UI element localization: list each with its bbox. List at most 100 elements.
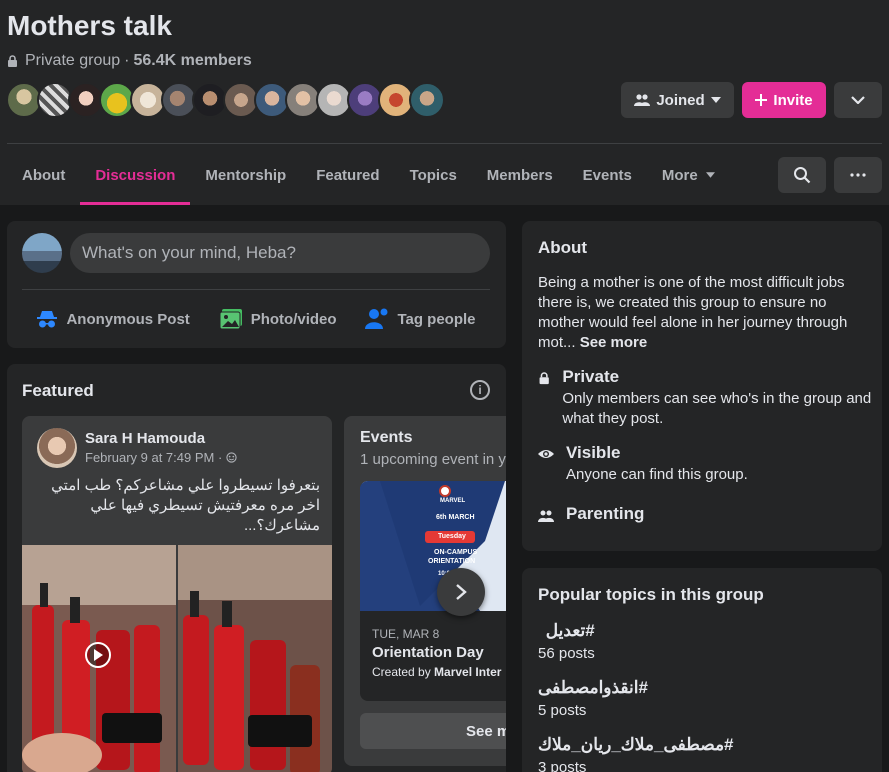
chevron-down-icon xyxy=(851,96,865,104)
photo-icon xyxy=(219,309,242,330)
composer-divider xyxy=(22,289,490,290)
post-date-text: February 9 at 7:49 PM · xyxy=(85,450,226,465)
tab-more[interactable]: More xyxy=(647,145,730,205)
topic-count: 5 posts xyxy=(538,702,587,719)
tab-topics[interactable]: Topics xyxy=(395,145,472,205)
play-icon[interactable] xyxy=(85,642,111,668)
privacy-title: Private xyxy=(562,367,620,386)
people-icon xyxy=(538,510,554,522)
post-date[interactable]: February 9 at 7:49 PM · xyxy=(85,450,237,465)
topic-item[interactable]: #مصطفى_ملاك_ريان_ملاك 3 posts xyxy=(538,735,734,772)
event-name[interactable]: Orientation Day xyxy=(372,644,484,661)
topic-name[interactable]: #مصطفى_ملاك_ريان_ملاك xyxy=(538,735,734,755)
popular-topics-card: Popular topics in this group #تعديل 56 p… xyxy=(522,568,882,772)
tab-label: Featured xyxy=(316,166,380,184)
group-header: Mothers talk Private group · 56.4K membe… xyxy=(0,0,889,205)
joined-button[interactable]: Joined xyxy=(621,82,734,118)
tag-people-icon xyxy=(365,308,388,329)
tab-label: Discussion xyxy=(95,166,176,184)
header-divider xyxy=(7,143,882,144)
event-creator-prefix: Created by xyxy=(372,665,435,679)
group-title[interactable]: Mothers talk xyxy=(7,10,172,42)
visibility-row: Visible Anyone can find this group. xyxy=(538,443,748,485)
member-avatars[interactable] xyxy=(6,82,445,118)
tab-label: Mentorship xyxy=(205,166,287,184)
events-title: Events xyxy=(360,429,413,446)
members-count[interactable]: 56.4K members xyxy=(134,52,252,70)
featured-title: Featured xyxy=(22,381,94,400)
composer-input[interactable]: What's on your mind, Heba? xyxy=(70,233,490,273)
group-meta: Private group · 56.4K members xyxy=(7,52,252,70)
anonymous-icon xyxy=(37,311,58,328)
tab-discussion[interactable]: Discussion xyxy=(80,145,191,205)
invite-button[interactable]: Invite xyxy=(742,82,826,118)
post-author-name[interactable]: Sara H Hamouda xyxy=(85,430,205,447)
composer-actions: Anonymous Post Photo/video Tag people xyxy=(22,299,490,339)
info-icon[interactable]: i xyxy=(470,380,490,400)
event-creator-name[interactable]: Marvel Inter xyxy=(434,665,501,679)
more-dots-icon xyxy=(850,173,866,177)
eye-icon xyxy=(538,450,554,458)
lock-icon xyxy=(539,372,549,385)
invite-label: Invite xyxy=(773,91,813,109)
event-creator: Created by Marvel Inter xyxy=(372,665,501,679)
joined-label: Joined xyxy=(656,91,705,109)
tab-featured[interactable]: Featured xyxy=(301,145,394,205)
topic-count: 3 posts xyxy=(538,759,587,772)
meta-separator: · xyxy=(124,52,130,69)
post-composer: What's on your mind, Heba? Anonymous Pos… xyxy=(7,221,506,348)
poster-brand: MARVEL xyxy=(440,498,466,504)
tag-people-button[interactable]: Tag people xyxy=(365,308,476,330)
about-title: About xyxy=(538,238,588,257)
options-button[interactable] xyxy=(834,157,882,193)
see-more-events-button[interactable]: See m xyxy=(360,713,506,749)
tab-label: Events xyxy=(582,166,632,184)
poster-line2: ORIENTATION xyxy=(428,558,476,565)
search-icon xyxy=(794,167,811,184)
privacy-label: Private group xyxy=(25,52,121,69)
chevron-right-icon xyxy=(456,584,467,600)
carousel-next-button[interactable] xyxy=(437,568,485,616)
topic-name[interactable]: #انقذوامصطفى xyxy=(538,678,648,698)
avatar[interactable] xyxy=(409,82,445,118)
search-button[interactable] xyxy=(778,157,826,193)
anonymous-post-button[interactable]: Anonymous Post xyxy=(36,309,190,329)
group-tabs: About Discussion Mentorship Featured Top… xyxy=(7,145,730,205)
tab-members[interactable]: Members xyxy=(472,145,568,205)
visibility-description: Anyone can find this group. xyxy=(566,466,748,483)
topic-item[interactable]: #انقذوامصطفى 5 posts xyxy=(538,678,648,719)
tab-label: Members xyxy=(486,166,553,184)
topic-name[interactable]: #تعديل xyxy=(538,621,595,641)
tag-people-label: Tag people xyxy=(397,310,476,328)
privacy-row: Private Only members can see who's in th… xyxy=(538,367,882,429)
tab-mentorship[interactable]: Mentorship xyxy=(190,145,301,205)
category-title: Parenting xyxy=(566,504,645,523)
visibility-title: Visible xyxy=(566,443,621,462)
group-members-icon xyxy=(634,94,651,106)
topic-count: 56 posts xyxy=(538,645,595,662)
post-text: بتعرفوا تسيطروا علي مشاعركم؟ طب امتي اخر… xyxy=(51,477,320,534)
about-description: Being a mother is one of the most diffic… xyxy=(538,273,868,353)
photo-video-button[interactable]: Photo/video xyxy=(219,308,337,330)
featured-post[interactable]: Sara H Hamouda February 9 at 7:49 PM · ب… xyxy=(22,416,332,772)
photo-video-label: Photo/video xyxy=(250,310,337,328)
poster-day: Tuesday xyxy=(438,533,466,540)
caret-down-icon xyxy=(705,172,715,178)
post-image[interactable] xyxy=(178,545,332,772)
topic-item[interactable]: #تعديل 56 posts xyxy=(538,621,595,662)
post-author-avatar[interactable] xyxy=(37,428,77,468)
tab-events[interactable]: Events xyxy=(568,145,647,205)
lock-icon xyxy=(8,55,17,67)
user-avatar[interactable] xyxy=(22,233,62,273)
audience-icon xyxy=(226,452,237,463)
topics-title: Popular topics in this group xyxy=(538,585,764,604)
about-card: About Being a mother is one of the most … xyxy=(522,221,882,551)
tab-label: More xyxy=(661,166,698,184)
header-more-button[interactable] xyxy=(834,82,882,118)
anonymous-post-label: Anonymous Post xyxy=(66,310,190,328)
tab-about[interactable]: About xyxy=(7,145,80,205)
tab-label: Topics xyxy=(409,166,457,184)
featured-section: Featured i Sara H Hamouda February 9 at … xyxy=(7,364,506,772)
see-more-link[interactable]: See more xyxy=(580,334,648,351)
poster-line1: ON-CAMPUS xyxy=(434,549,478,556)
